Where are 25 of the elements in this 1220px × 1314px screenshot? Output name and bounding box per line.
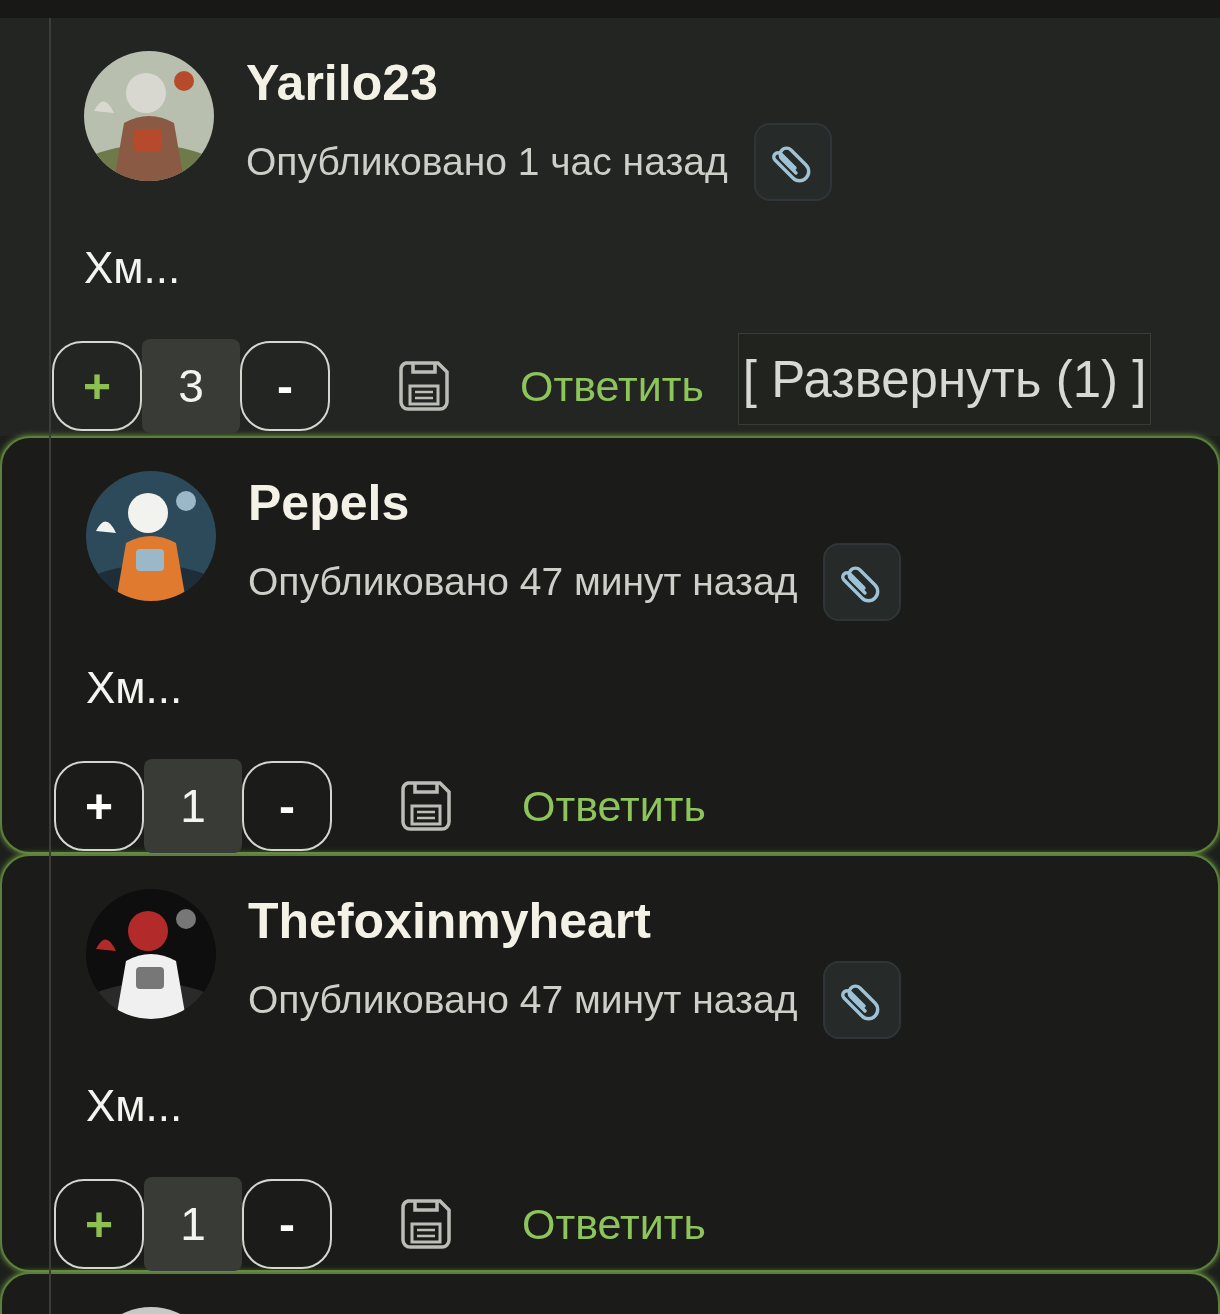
- attach-button[interactable]: [753, 123, 832, 201]
- username[interactable]: Thefoxinmyheart: [248, 891, 902, 951]
- timestamp: Опубликовано 47 минут назад: [248, 978, 798, 1022]
- username[interactable]: Yarilo23: [246, 53, 832, 113]
- expand-button[interactable]: [ Развернуть (1) ]: [737, 333, 1152, 425]
- downvote-button[interactable]: -: [242, 761, 332, 851]
- attach-button[interactable]: [823, 543, 902, 621]
- username[interactable]: Pepels: [248, 473, 902, 533]
- save-icon[interactable]: [400, 780, 452, 832]
- reply-link[interactable]: Ответить: [522, 1199, 706, 1249]
- downvote-button[interactable]: -: [242, 1179, 332, 1269]
- comment-text: Хм...: [86, 1081, 184, 1131]
- timestamp: Опубликовано 47 минут назад: [248, 560, 798, 604]
- comment-text: Хм...: [86, 663, 184, 713]
- save-icon[interactable]: [400, 1198, 452, 1250]
- reply-link[interactable]: Ответить: [522, 781, 706, 831]
- reply-link[interactable]: Ответить: [520, 361, 704, 411]
- score-count: 1: [144, 1177, 242, 1271]
- timestamp: Опубликовано 1 час назад: [246, 140, 728, 184]
- score-count: 3: [142, 339, 240, 433]
- comment-text: Хм...: [84, 243, 182, 293]
- save-icon[interactable]: [398, 360, 450, 412]
- score-count: 1: [144, 759, 242, 853]
- downvote-button[interactable]: -: [240, 341, 330, 431]
- attach-button[interactable]: [823, 961, 902, 1039]
